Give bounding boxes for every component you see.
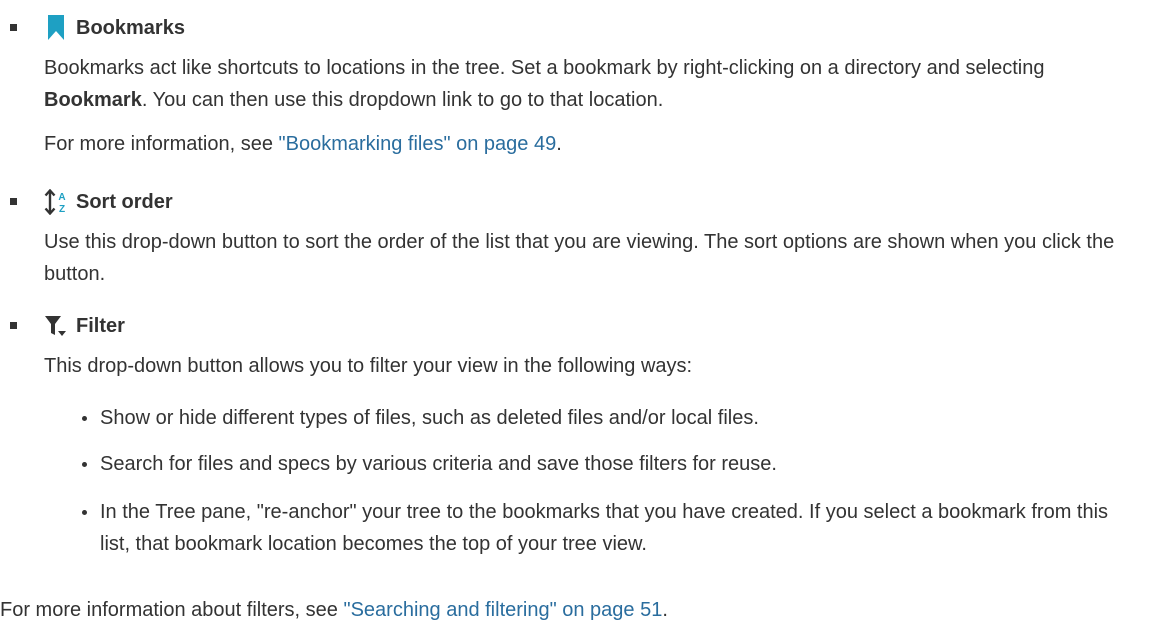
dot-bullet xyxy=(82,462,87,467)
sort-order-icon: A Z xyxy=(44,188,68,216)
sort-icon-letter-a: A xyxy=(58,192,65,203)
more-info-suffix: . xyxy=(556,133,562,155)
filter-more-info: For more information about filters, see … xyxy=(0,594,1150,626)
filter-more-prefix: For more information about filters, see xyxy=(0,599,344,621)
sort-icon-letter-z: Z xyxy=(59,204,65,215)
square-bullet xyxy=(10,198,17,205)
bookmark-command-name: Bookmark xyxy=(44,89,142,111)
item-heading: A Z Sort order xyxy=(44,186,173,218)
searching-filtering-link[interactable]: "Searching and filtering" on page 51 xyxy=(343,599,662,621)
filter-bullet-2: Search for files and specs by various cr… xyxy=(100,453,777,475)
dot-bullet xyxy=(82,416,87,421)
bookmarking-files-link[interactable]: "Bookmarking files" on page 49 xyxy=(279,133,557,155)
bookmarks-title: Bookmarks xyxy=(76,17,185,39)
filter-bullet-3: In the Tree pane, "re-anchor" your tree … xyxy=(100,501,1109,555)
sort-order-title: Sort order xyxy=(76,191,173,213)
bookmarks-description: Bookmarks act like shortcuts to location… xyxy=(44,52,1134,116)
bookmarks-desc-part2: . You can then use this dropdown link to… xyxy=(141,89,664,111)
filter-bullet-1: Show or hide different types of files, s… xyxy=(100,407,759,429)
document-page: Bookmarks Bookmarks act like shortcuts t… xyxy=(0,0,1153,634)
bookmark-icon xyxy=(44,14,68,42)
square-bullet xyxy=(10,322,17,329)
square-bullet xyxy=(10,24,17,31)
bookmarks-desc-part1: Bookmarks act like shortcuts to location… xyxy=(44,57,1045,79)
filter-intro: This drop-down button allows you to filt… xyxy=(44,355,693,377)
dot-bullet xyxy=(82,510,87,515)
item-heading: Bookmarks xyxy=(44,12,185,44)
filter-title: Filter xyxy=(76,315,125,337)
filter-more-suffix: . xyxy=(662,599,668,621)
sort-order-description: Use this drop-down button to sort the or… xyxy=(44,231,1115,285)
item-heading: Filter xyxy=(44,310,125,342)
bookmarks-more-info: For more information, see "Bookmarking f… xyxy=(44,128,1134,160)
filter-icon xyxy=(44,312,68,340)
more-info-prefix: For more information, see xyxy=(44,133,279,155)
